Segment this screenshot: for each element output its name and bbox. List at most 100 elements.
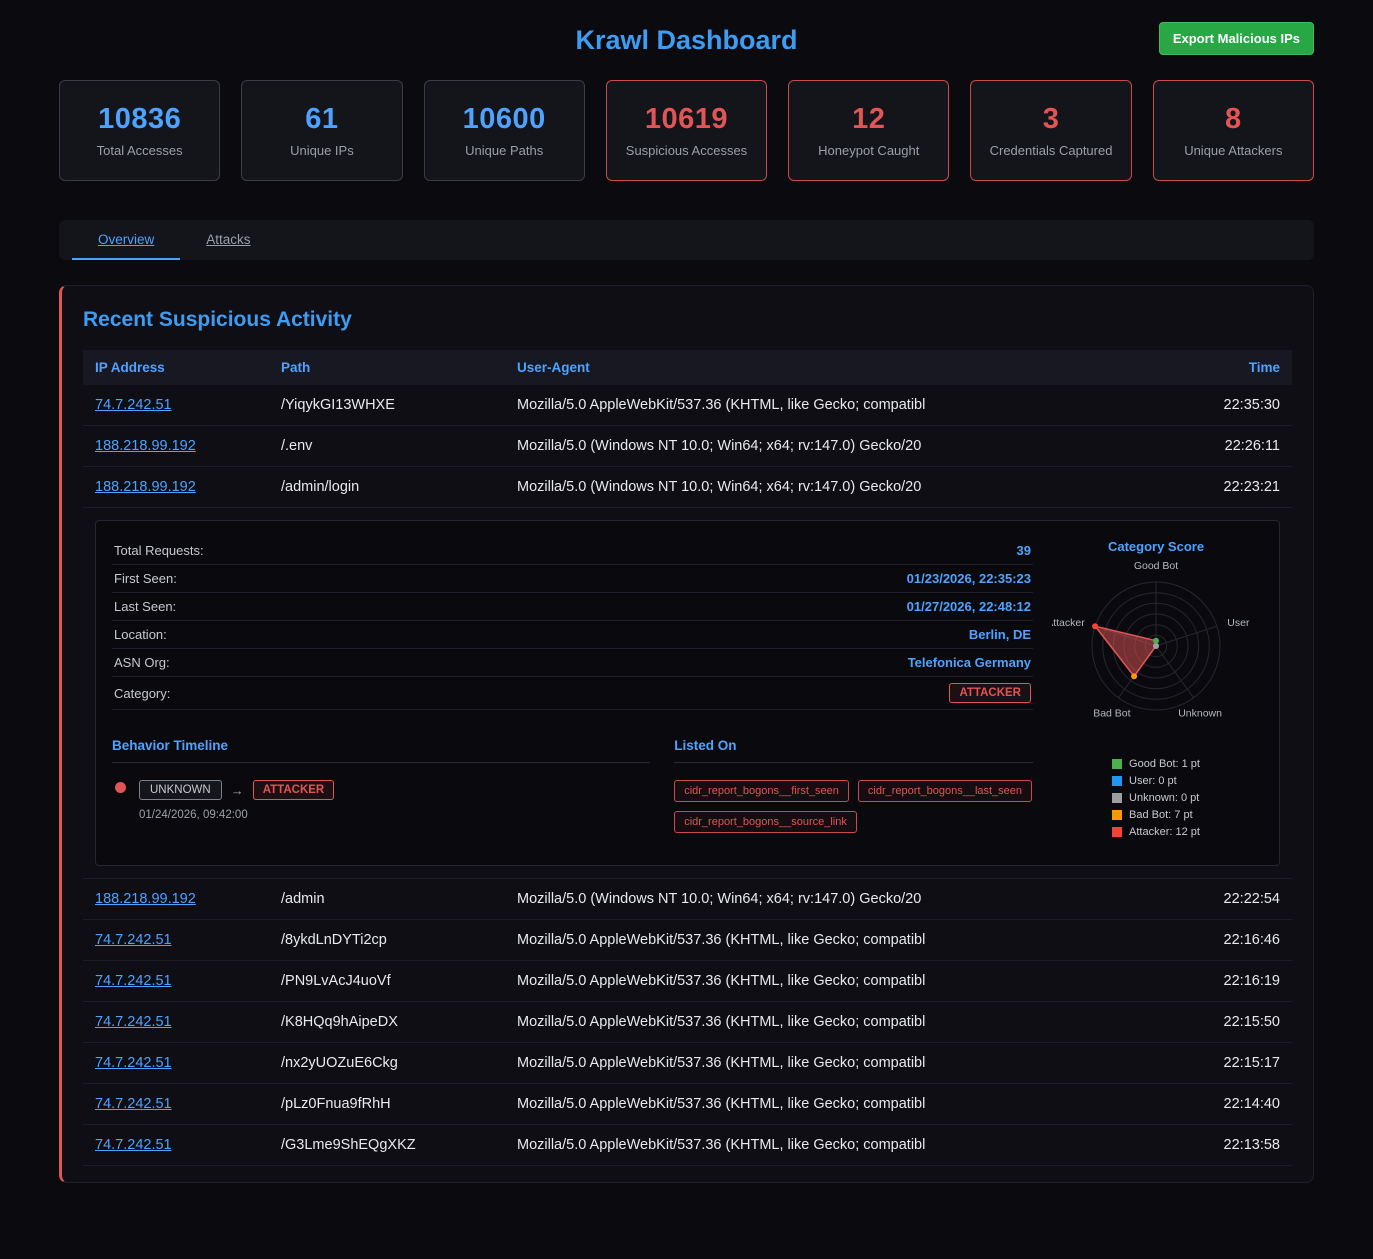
column-header-path: Path <box>269 350 505 385</box>
legend-swatch-user <box>1112 776 1122 786</box>
table-row[interactable]: 74.7.242.51 /G3Lme9ShEQgXKZ Mozilla/5.0 … <box>83 1125 1292 1166</box>
legend-label: Unknown: 0 pt <box>1129 792 1199 804</box>
stat-label: Suspicious Accesses <box>626 143 747 158</box>
table-row[interactable]: 188.218.99.192 /admin/login Mozilla/5.0 … <box>83 467 1292 508</box>
timeline-marker-icon <box>115 782 126 793</box>
detail-field-category: Category: ATTACKER <box>112 677 1033 710</box>
field-value: Berlin, DE <box>969 627 1031 642</box>
behavior-timeline-section: Behavior Timeline UNKNOWN → ATTACKER <box>112 738 650 833</box>
tab-attacks[interactable]: Attacks <box>180 220 276 260</box>
stat-value: 12 <box>852 103 885 136</box>
table-row[interactable]: 74.7.242.51 /YiqykGI13WHXE Mozilla/5.0 A… <box>83 385 1292 426</box>
timeline-transition: UNKNOWN → ATTACKER <box>139 780 650 800</box>
listed-on-badge[interactable]: cidr_report_bogons__first_seen <box>674 780 849 802</box>
ip-address-link[interactable]: 188.218.99.192 <box>95 891 196 907</box>
ip-address-link[interactable]: 188.218.99.192 <box>95 438 196 454</box>
column-header-time: Time <box>1132 350 1292 385</box>
page-title: Krawl Dashboard <box>575 25 797 56</box>
ip-address-link[interactable]: 74.7.242.51 <box>95 1137 172 1153</box>
stat-label: Unique Attackers <box>1184 143 1282 158</box>
svg-text:Bad Bot: Bad Bot <box>1093 708 1130 720</box>
legend-label: Attacker: 12 pt <box>1129 826 1200 838</box>
table-row[interactable]: 74.7.242.51 /8ykdLnDYTi2cp Mozilla/5.0 A… <box>83 920 1292 961</box>
time-cell: 22:16:19 <box>1132 961 1292 1002</box>
path-cell: /G3Lme9ShEQgXKZ <box>269 1125 505 1166</box>
user-agent-cell: Mozilla/5.0 AppleWebKit/537.36 (KHTML, l… <box>505 920 1132 961</box>
column-header-ip: IP Address <box>83 350 269 385</box>
table-row[interactable]: 188.218.99.192 /admin Mozilla/5.0 (Windo… <box>83 879 1292 920</box>
column-header-user-agent: User-Agent <box>505 350 1132 385</box>
path-cell: /PN9LvAcJ4uoVf <box>269 961 505 1002</box>
legend-label: Good Bot: 1 pt <box>1129 758 1200 770</box>
tab-overview[interactable]: Overview <box>72 220 180 260</box>
suspicious-activity-panel: Recent Suspicious Activity IP Address Pa… <box>59 285 1314 1183</box>
listed-on-badge[interactable]: cidr_report_bogons__source_link <box>674 811 857 833</box>
stats-row: 10836 Total Accesses 61 Unique IPs 10600… <box>59 80 1314 181</box>
detail-field-first-seen: First Seen: 01/23/2026, 22:35:23 <box>112 565 1033 593</box>
stat-label: Unique IPs <box>290 143 354 158</box>
timeline-timestamp: 01/24/2026, 09:42:00 <box>139 809 650 821</box>
export-malicious-ips-button[interactable]: Export Malicious IPs <box>1159 22 1314 55</box>
ip-address-link[interactable]: 188.218.99.192 <box>95 479 196 495</box>
time-cell: 22:22:54 <box>1132 879 1292 920</box>
ip-address-link[interactable]: 74.7.242.51 <box>95 397 172 413</box>
table-header-row: IP Address Path User-Agent Time <box>83 350 1292 385</box>
time-cell: 22:15:50 <box>1132 1002 1292 1043</box>
ip-address-link[interactable]: 74.7.242.51 <box>95 1055 172 1071</box>
ip-address-link[interactable]: 74.7.242.51 <box>95 973 172 989</box>
stat-value: 10836 <box>98 103 181 136</box>
user-agent-cell: Mozilla/5.0 AppleWebKit/537.36 (KHTML, l… <box>505 1125 1132 1166</box>
svg-text:Good Bot: Good Bot <box>1134 560 1178 572</box>
field-label: ASN Org: <box>114 655 170 670</box>
user-agent-cell: Mozilla/5.0 (Windows NT 10.0; Win64; x64… <box>505 879 1132 920</box>
header: Krawl Dashboard Export Malicious IPs <box>59 0 1314 80</box>
legend-item: User: 0 pt <box>1112 775 1200 787</box>
timeline-from-badge: UNKNOWN <box>139 780 222 800</box>
table-row[interactable]: 74.7.242.51 /pLz0Fnua9fRhH Mozilla/5.0 A… <box>83 1084 1292 1125</box>
stat-card-unique-ips: 61 Unique IPs <box>241 80 402 181</box>
svg-text:Attacker: Attacker <box>1052 617 1085 629</box>
table-row[interactable]: 188.218.99.192 /.env Mozilla/5.0 (Window… <box>83 426 1292 467</box>
activity-table: IP Address Path User-Agent Time 74.7.242… <box>83 350 1292 1166</box>
stat-card-credentials-captured: 3 Credentials Captured <box>970 80 1131 181</box>
panel-title: Recent Suspicious Activity <box>83 308 1292 332</box>
legend-item: Good Bot: 1 pt <box>1112 758 1200 770</box>
field-label: Last Seen: <box>114 599 176 614</box>
ip-address-link[interactable]: 74.7.242.51 <box>95 1096 172 1112</box>
legend-label: User: 0 pt <box>1129 775 1177 787</box>
stat-card-unique-paths: 10600 Unique Paths <box>424 80 585 181</box>
table-row[interactable]: 74.7.242.51 /nx2yUOZuE6Ckg Mozilla/5.0 A… <box>83 1043 1292 1084</box>
stat-value: 10600 <box>463 103 546 136</box>
table-row[interactable]: 74.7.242.51 /K8HQq9hAipeDX Mozilla/5.0 A… <box>83 1002 1292 1043</box>
time-cell: 22:13:58 <box>1132 1125 1292 1166</box>
path-cell: /admin <box>269 879 505 920</box>
ip-address-link[interactable]: 74.7.242.51 <box>95 932 172 948</box>
user-agent-cell: Mozilla/5.0 AppleWebKit/537.36 (KHTML, l… <box>505 1002 1132 1043</box>
stat-value: 61 <box>305 103 338 136</box>
ip-address-link[interactable]: 74.7.242.51 <box>95 1014 172 1030</box>
legend-swatch-good-bot <box>1112 759 1122 769</box>
time-cell: 22:35:30 <box>1132 385 1292 426</box>
listed-on-title: Listed On <box>674 738 1033 763</box>
listed-on-badge[interactable]: cidr_report_bogons__last_seen <box>858 780 1032 802</box>
stat-card-unique-attackers: 8 Unique Attackers <box>1153 80 1314 181</box>
path-cell: /K8HQq9hAipeDX <box>269 1002 505 1043</box>
path-cell: /nx2yUOZuE6Ckg <box>269 1043 505 1084</box>
svg-text:User: User <box>1227 617 1250 629</box>
dashboard-container: Krawl Dashboard Export Malicious IPs 108… <box>0 0 1373 1193</box>
behavior-timeline-title: Behavior Timeline <box>112 738 650 763</box>
detail-field-last-seen: Last Seen: 01/27/2026, 22:48:12 <box>112 593 1033 621</box>
legend-swatch-bad-bot <box>1112 810 1122 820</box>
field-label: Total Requests: <box>114 543 204 558</box>
stat-card-honeypot-caught: 12 Honeypot Caught <box>788 80 949 181</box>
time-cell: 22:16:46 <box>1132 920 1292 961</box>
category-score-radar-chart: Good BotUserUnknownBad BotAttacker <box>1052 554 1260 750</box>
legend-label: Bad Bot: 7 pt <box>1129 809 1193 821</box>
field-label: Category: <box>114 686 170 701</box>
user-agent-cell: Mozilla/5.0 AppleWebKit/537.36 (KHTML, l… <box>505 961 1132 1002</box>
table-row[interactable]: 74.7.242.51 /PN9LvAcJ4uoVf Mozilla/5.0 A… <box>83 961 1292 1002</box>
ip-detail-fields: Total Requests: 39 First Seen: 01/23/202… <box>112 537 1033 843</box>
legend-item: Unknown: 0 pt <box>1112 792 1200 804</box>
stat-label: Credentials Captured <box>990 143 1113 158</box>
field-value: 01/27/2026, 22:48:12 <box>907 599 1031 614</box>
